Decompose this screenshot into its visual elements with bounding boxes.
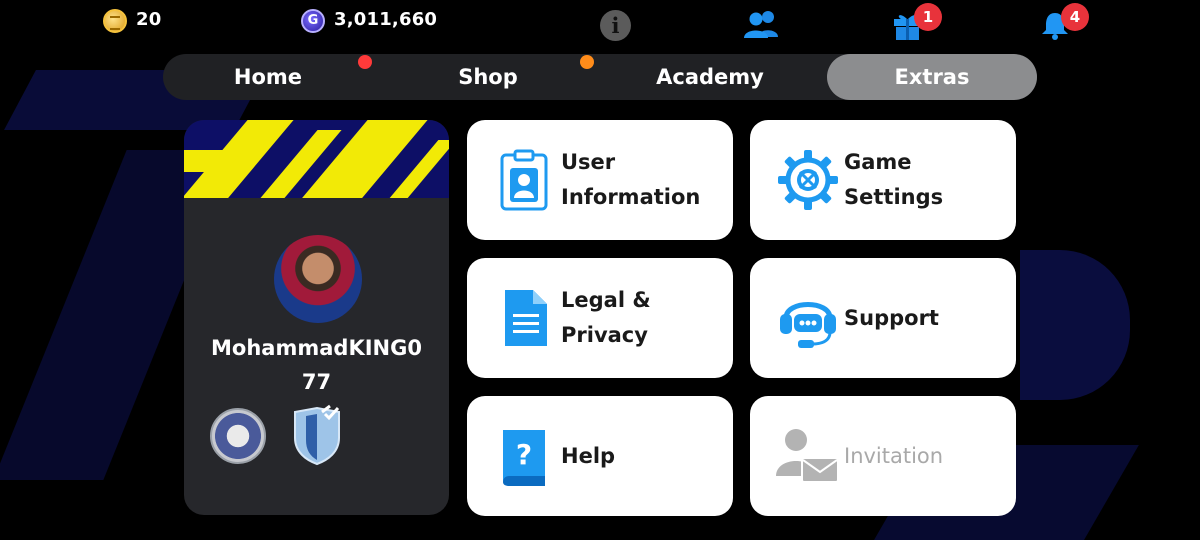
notification-count-badge: 4 [1061,3,1089,31]
player-level: 77 [301,370,332,394]
invite-mail-icon [776,429,839,483]
svg-text:?: ? [516,438,532,471]
background-shape [1020,250,1130,400]
support-button[interactable]: Support [750,258,1016,378]
support-label: Support [844,305,939,330]
friends-icon[interactable] [744,10,780,38]
shield-badge-icon [294,404,340,466]
profile-banner [184,120,449,198]
headset-icon [780,302,836,348]
tab-academy[interactable]: Academy [605,54,815,100]
game-settings-button[interactable]: Game Settings [750,120,1016,240]
gift-count-badge: 1 [914,3,942,31]
invitation-label: Invitation [844,443,944,468]
tab-shop[interactable]: Shop [383,54,593,100]
info-icon[interactable]: i [600,10,631,41]
help-button[interactable]: ? Help [467,396,733,516]
user-information-label: User Information [561,150,701,209]
avatar [274,235,362,323]
document-icon [505,290,547,346]
player-name: MohammadKING0 [211,336,422,360]
coin-icon [103,9,127,33]
game-settings-label: Game Settings [844,150,944,209]
gp-amount: 3,011,660 [334,9,438,30]
profile-card[interactable]: MohammadKING0 77 [184,120,449,515]
tab-extras[interactable]: Extras [827,54,1037,100]
user-info-icon [500,149,548,211]
invitation-button[interactable]: Invitation [750,396,1016,516]
user-information-button[interactable]: User Information [467,120,733,240]
top-status-bar: 20 G 3,011,660 i 1 4 [0,0,1200,44]
coins-amount: 20 [136,9,162,30]
legal-privacy-label: Legal & Privacy [561,288,651,347]
main-tab-bar: Home Shop Academy Extras [163,54,1037,100]
shop-notification-dot [580,55,594,69]
home-notification-dot [358,55,372,69]
legal-privacy-button[interactable]: Legal & Privacy [467,258,733,378]
gp-icon: G [301,9,325,33]
football-badge-icon [210,408,266,464]
help-book-icon: ? [503,430,545,486]
gear-icon [778,150,838,210]
tab-home[interactable]: Home [163,54,373,100]
help-label: Help [561,443,616,468]
